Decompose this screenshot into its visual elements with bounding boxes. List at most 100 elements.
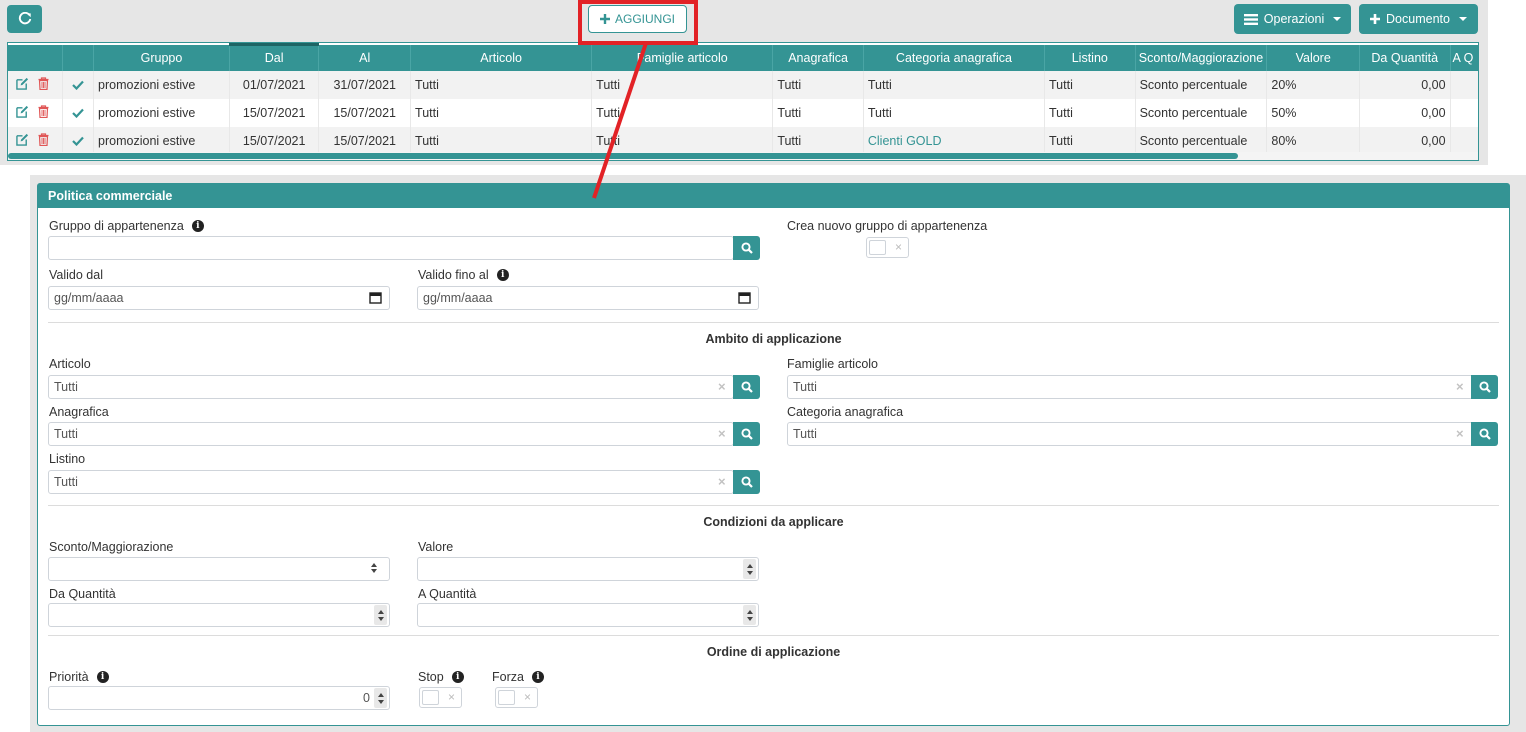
valido-al-date-input[interactable]: gg/mm/aaaa (417, 286, 759, 310)
edit-icon[interactable] (16, 77, 29, 90)
plus-icon (1370, 14, 1381, 24)
priorita-label-text: Priorità (49, 670, 89, 684)
valore-stepper[interactable] (743, 559, 756, 579)
clear-icon[interactable]: × (1456, 380, 1464, 393)
da-quantita-stepper[interactable] (374, 605, 387, 625)
commercial-policy-form: Politica commerciale Gruppo di appartene… (37, 183, 1510, 726)
cell-gruppo: promozioni estive (93, 70, 230, 99)
cell-anagrafica: Tutti (772, 98, 864, 127)
info-icon[interactable]: i (496, 269, 509, 281)
gruppo-search-button[interactable] (733, 236, 760, 260)
edit-icon[interactable] (16, 133, 29, 146)
stop-toggle[interactable]: × (419, 687, 462, 708)
section-divider (48, 322, 1499, 323)
cell-anagrafica: Tutti (772, 126, 864, 155)
refresh-button[interactable] (7, 5, 42, 33)
scrollbar-thumb[interactable] (8, 153, 1238, 159)
priorita-stepper[interactable] (374, 688, 387, 708)
famiglie-search-button[interactable] (1471, 375, 1498, 399)
cell-famiglie: Tutti (591, 98, 774, 127)
a-quantita-input[interactable] (417, 603, 759, 627)
clear-icon[interactable]: × (718, 427, 726, 440)
column-header-a-quantita[interactable]: A Q (1450, 44, 1478, 71)
priorita-input[interactable]: 0 (48, 686, 390, 710)
horizontal-scrollbar[interactable] (8, 152, 1478, 160)
anagrafica-input[interactable]: Tutti (48, 422, 734, 446)
anagrafica-search-button[interactable] (733, 422, 760, 446)
info-icon[interactable]: i (96, 671, 109, 683)
calendar-icon[interactable] (369, 291, 382, 304)
cell-a-quantita (1450, 70, 1478, 99)
cell-categoria-link[interactable]: Clienti GOLD (868, 134, 942, 148)
cell-al: 15/07/2021 (318, 98, 412, 127)
toggle-knob (869, 240, 886, 255)
famiglie-input[interactable]: Tutti (787, 375, 1473, 399)
search-icon (1478, 428, 1491, 440)
cell-listino: Tutti (1044, 126, 1136, 155)
table-row[interactable]: promozioni estive 15/07/2021 15/07/2021 … (8, 126, 1478, 155)
da-quantita-input[interactable] (48, 603, 390, 627)
column-header-al[interactable]: Al (318, 44, 412, 71)
a-quantita-stepper[interactable] (743, 605, 756, 625)
trash-icon[interactable] (38, 104, 49, 118)
table-row[interactable]: promozioni estive 01/07/2021 31/07/2021 … (8, 70, 1478, 99)
forza-label-text: Forza (492, 670, 524, 684)
column-header-articolo[interactable]: Articolo (410, 44, 593, 71)
clear-icon[interactable]: × (718, 380, 726, 393)
document-dropdown-button[interactable]: Documento (1359, 4, 1478, 34)
column-header-da-quantita[interactable]: Da Quantità (1359, 44, 1451, 71)
listino-input[interactable]: Tutti (48, 470, 734, 494)
gruppo-input[interactable] (48, 236, 734, 260)
cell-categoria: Tutti (863, 70, 1046, 99)
add-button[interactable]: AGGIUNGI (588, 5, 687, 33)
edit-icon[interactable] (16, 105, 29, 118)
info-icon[interactable]: i (191, 220, 204, 232)
cell-al: 15/07/2021 (318, 126, 412, 155)
cell-gruppo: promozioni estive (93, 126, 230, 155)
crea-gruppo-toggle[interactable]: × (866, 237, 909, 258)
column-header-gruppo[interactable]: Gruppo (93, 44, 230, 71)
listino-search-button[interactable] (733, 470, 760, 494)
categoria-search-button[interactable] (1471, 422, 1498, 446)
column-header-listino[interactable]: Listino (1044, 44, 1136, 71)
cell-gruppo: promozioni estive (93, 98, 230, 127)
section-divider (48, 505, 1499, 506)
cell-da-quantita: 0,00 (1359, 70, 1451, 99)
document-label: Documento (1386, 12, 1450, 26)
info-icon[interactable]: i (531, 671, 544, 683)
sconto-select[interactable] (48, 557, 390, 581)
cell-valore: 80% (1266, 126, 1360, 155)
cell-dal: 15/07/2021 (229, 126, 320, 155)
column-header-valore[interactable]: Valore (1266, 44, 1360, 71)
calendar-icon[interactable] (738, 291, 751, 304)
operations-dropdown-button[interactable]: Operazioni (1234, 4, 1351, 34)
categoria-input[interactable]: Tutti (787, 422, 1473, 446)
forza-label: Forza i (492, 670, 544, 684)
a-quantita-label: A Quantità (418, 587, 477, 601)
valore-input[interactable] (417, 557, 759, 581)
clear-icon[interactable]: × (718, 475, 726, 488)
crea-gruppo-label: Crea nuovo gruppo di appartenenza (787, 219, 988, 233)
column-header-categoria[interactable]: Categoria anagrafica (863, 44, 1046, 71)
articolo-input[interactable]: Tutti (48, 375, 734, 399)
info-icon[interactable]: i (451, 671, 464, 683)
clear-icon[interactable]: × (1456, 427, 1464, 440)
column-header-anagrafica[interactable]: Anagrafica (772, 44, 864, 71)
select-caret-icon (371, 563, 377, 573)
table-row[interactable]: promozioni estive 15/07/2021 15/07/2021 … (8, 98, 1478, 127)
trash-icon[interactable] (38, 76, 49, 90)
trash-icon[interactable] (38, 132, 49, 146)
search-icon (740, 381, 753, 393)
cell-articolo: Tutti (410, 98, 593, 127)
stop-label-text: Stop (418, 670, 444, 684)
column-header-sconto[interactable]: Sconto/Maggiorazione (1135, 44, 1268, 71)
column-header-famiglie[interactable]: Famiglie articolo (591, 44, 774, 71)
articolo-search-button[interactable] (733, 375, 760, 399)
column-header-dal[interactable]: Dal (229, 43, 320, 71)
valido-dal-date-input[interactable]: gg/mm/aaaa (48, 286, 390, 310)
policies-table-container: Gruppo Dal Al Articolo Famiglie articolo… (7, 42, 1479, 161)
forza-toggle[interactable]: × (495, 687, 538, 708)
cell-dal: 15/07/2021 (229, 98, 320, 127)
section-divider (48, 635, 1499, 636)
cell-anagrafica: Tutti (772, 70, 864, 99)
